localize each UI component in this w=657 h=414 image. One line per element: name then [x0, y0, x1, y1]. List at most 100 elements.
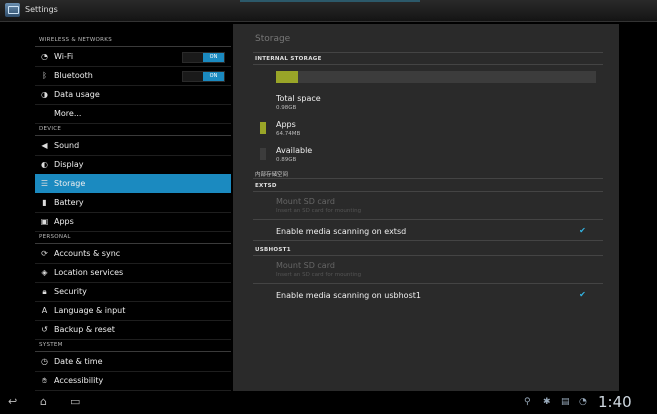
sidebar-item-accessibility[interactable]: ✋︎ Accessibility [35, 371, 231, 391]
battery-icon: ▮ [42, 198, 47, 207]
entry-value: 0.89GB [276, 157, 297, 163]
sidebar-item-label: More... [54, 109, 82, 118]
data-usage-icon: ◑ [41, 90, 48, 99]
divider [253, 178, 603, 179]
entry-title: Enable media scanning on usbhost1 [276, 291, 421, 300]
usb-icon: ⚲ [524, 397, 531, 407]
sidebar-item-security[interactable]: 🔒︎ Security [35, 282, 231, 302]
extsd-scan-entry[interactable]: Enable media scanning on extsd [276, 227, 406, 236]
entry-title: Enable media scanning on extsd [276, 227, 407, 236]
sd-card-icon: ▤ [561, 397, 570, 407]
section-header-device: DEVICE [39, 126, 62, 132]
sidebar-item-date-time[interactable]: ◷ Date & time [35, 352, 231, 372]
sidebar-item-more[interactable]: More... [35, 104, 231, 124]
sync-icon: ⟳ [41, 249, 48, 258]
entry-subtitle: Insert an SD card for mounting [276, 272, 362, 278]
total-space-entry[interactable]: Total space 0.98GB [276, 94, 321, 111]
app-title: Settings [25, 5, 58, 14]
status-clock[interactable]: 1:40 [598, 393, 632, 411]
divider [253, 52, 603, 53]
title-bar: Settings [0, 0, 657, 22]
entry-value: 0.98GB [276, 105, 297, 111]
sidebar-item-accounts-sync[interactable]: ⟳ Accounts & sync [35, 244, 231, 264]
toggle-on-label: ON [203, 53, 224, 62]
bluetooth-toggle[interactable]: ON [182, 71, 225, 82]
divider [253, 255, 603, 256]
display-icon: ◐ [41, 160, 48, 169]
sidebar-item-label: Sound [54, 141, 80, 150]
sidebar-item-apps[interactable]: ▣ Apps [35, 212, 231, 232]
location-icon: ◈ [41, 268, 48, 277]
home-icon[interactable]: ⌂ [40, 395, 47, 409]
apps-entry[interactable]: Apps 64.74MB [276, 120, 300, 137]
storage-panel: Storage INTERNAL STORAGE Total space 0.9… [233, 24, 619, 391]
entry-title: Mount SD card [276, 197, 335, 206]
backup-icon: ↺ [41, 325, 48, 334]
usbhost-scan-entry[interactable]: Enable media scanning on usbhost1 [276, 291, 421, 300]
sidebar-item-label: Location services [54, 268, 124, 277]
sidebar-item-location[interactable]: ◈ Location services [35, 263, 231, 283]
entry-title: Mount SD card [276, 261, 335, 270]
section-header-personal: PERSONAL [39, 234, 71, 240]
speaker-icon: ◀ [41, 141, 48, 150]
usbhost-header: USBHOST1 [255, 247, 291, 253]
storage-icon: ☰ [40, 179, 49, 188]
sidebar-item-language[interactable]: A Language & input [35, 301, 231, 321]
internal-storage-header: INTERNAL STORAGE [255, 56, 322, 62]
sidebar-item-label: Data usage [54, 90, 100, 99]
wifi-toggle[interactable]: ON [182, 52, 225, 63]
recent-apps-icon[interactable]: ▭ [70, 395, 80, 409]
apps-icon: ▣ [40, 217, 49, 226]
sidebar-item-label: Accounts & sync [54, 249, 121, 258]
sidebar-item-wifi[interactable]: ◔ Wi-Fi ON [35, 47, 231, 67]
page-title: Storage [255, 34, 291, 44]
storage-usage-bar [276, 71, 596, 83]
sidebar-item-label: Language & input [54, 306, 126, 315]
entry-value: 64.74MB [276, 131, 301, 137]
sidebar-item-label: Accessibility [54, 376, 104, 385]
sidebar-item-label: Backup & reset [54, 325, 115, 334]
hand-icon: ✋︎ [42, 376, 47, 385]
sidebar-item-backup-reset[interactable]: ↺ Backup & reset [35, 320, 231, 340]
apps-color-swatch [260, 122, 266, 134]
sidebar-item-storage[interactable]: ☰ Storage [35, 174, 231, 193]
usbhost-scan-checkbox[interactable]: ✔ [578, 290, 587, 299]
android-debug-icon: ✱ [543, 397, 551, 407]
sidebar-item-label: Storage [54, 179, 86, 188]
divider [253, 219, 603, 220]
sidebar-item-display[interactable]: ◐ Display [35, 155, 231, 175]
internal-storage-caption: 内部存储空间 [255, 172, 289, 178]
divider [253, 240, 603, 241]
divider [253, 191, 603, 192]
sidebar-item-label: Bluetooth [54, 71, 93, 80]
sidebar-item-label: Date & time [54, 357, 103, 366]
sidebar-item-battery[interactable]: ▮ Battery [35, 193, 231, 213]
extsd-scan-checkbox[interactable]: ✔ [578, 226, 587, 235]
back-icon[interactable]: ↩ [8, 395, 17, 409]
entry-title: Total space [276, 94, 321, 103]
settings-app-icon[interactable] [5, 3, 20, 17]
sidebar-item-sound[interactable]: ◀ Sound [35, 136, 231, 156]
section-header-system: SYSTEM [39, 342, 63, 348]
extsd-header: EXTSD [255, 183, 277, 189]
clock-icon: ◷ [41, 357, 48, 366]
available-entry[interactable]: Available 0.89GB [276, 146, 312, 163]
available-color-swatch [260, 148, 266, 160]
language-icon: A [41, 306, 48, 315]
lock-icon: 🔒︎ [42, 287, 47, 296]
usbhost-mount-entry: Mount SD card Insert an SD card for moun… [276, 261, 361, 278]
storage-usage-fill [276, 71, 299, 83]
section-header-wireless: WIRELESS & NETWORKS [39, 37, 112, 43]
entry-title: Apps [276, 120, 296, 129]
entry-title: Available [276, 146, 313, 155]
bluetooth-icon: ᛒ [42, 71, 47, 80]
extsd-mount-entry: Mount SD card Insert an SD card for moun… [276, 197, 361, 214]
wifi-icon: ◔ [41, 52, 48, 61]
top-accent [240, 0, 420, 2]
divider [253, 64, 603, 65]
sidebar-item-bluetooth[interactable]: ᛒ Bluetooth ON [35, 66, 231, 86]
toggle-on-label: ON [203, 72, 224, 81]
wifi-status-icon: ◔ [579, 397, 587, 407]
sidebar-item-label: Security [54, 287, 87, 296]
sidebar-item-data-usage[interactable]: ◑ Data usage [35, 85, 231, 105]
